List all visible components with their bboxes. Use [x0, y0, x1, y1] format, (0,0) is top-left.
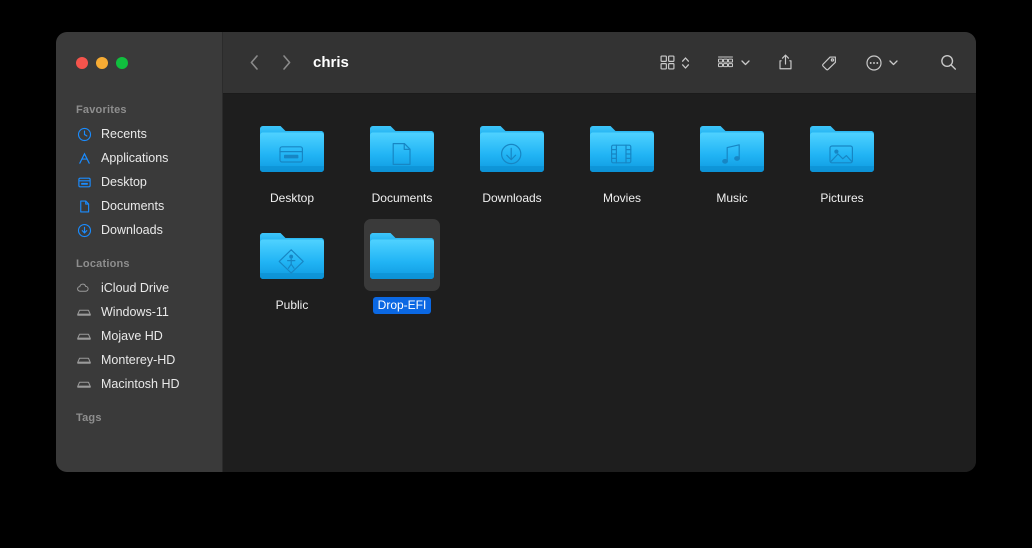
file-item[interactable]: Desktop [237, 112, 347, 207]
document-page-icon [76, 198, 92, 214]
folder-icon [700, 126, 764, 172]
chevron-down-icon[interactable] [888, 57, 899, 68]
folder-icon [260, 233, 324, 279]
file-item[interactable]: Downloads [457, 112, 567, 207]
zoom-button[interactable] [116, 57, 128, 69]
view-mode-control[interactable] [659, 54, 690, 71]
more-actions-control[interactable] [865, 54, 899, 72]
minimize-button[interactable] [96, 57, 108, 69]
sidebar-item-label: Applications [101, 151, 169, 165]
hard-drive-icon [76, 304, 92, 320]
file-grid-area[interactable]: Desktop Documents Downloads Movies Music Pict… [223, 94, 976, 472]
sidebar-header-locations: Locations [76, 258, 130, 270]
tag-icon[interactable] [820, 54, 839, 72]
tag-control[interactable] [820, 54, 839, 72]
group-by-icon[interactable] [716, 54, 735, 71]
file-item-label[interactable]: Pictures [815, 190, 868, 207]
file-icon-thumb[interactable] [364, 112, 440, 184]
sidebar-item-label: Desktop [101, 175, 147, 189]
hard-drive-icon [76, 376, 92, 392]
folder-icon [260, 126, 324, 172]
sidebar-item-desktop[interactable]: Desktop [56, 170, 222, 194]
navigation-arrows [245, 52, 295, 74]
download-arrow-icon [76, 222, 92, 238]
sidebar-group-locations: Locations iCloud Drive Windows-11 Mojave… [56, 252, 222, 396]
sidebar-item-downloads[interactable]: Downloads [56, 218, 222, 242]
finder-window: Favorites Recents Applications Desktop D… [56, 32, 976, 472]
sidebar-item-macintosh-hd[interactable]: Macintosh HD [56, 372, 222, 396]
sidebar-item-icloud-drive[interactable]: iCloud Drive [56, 276, 222, 300]
forward-button[interactable] [277, 52, 295, 74]
file-item[interactable]: Drop-EFI [347, 219, 457, 314]
cloud-icon [76, 280, 92, 296]
folder-icon [590, 126, 654, 172]
sidebar-item-label: Recents [101, 127, 147, 141]
folder-icon [480, 126, 544, 172]
hard-drive-icon [76, 328, 92, 344]
sidebar-item-windows-11[interactable]: Windows-11 [56, 300, 222, 324]
main-area: chris Desktop Documents Downloads Movies… [223, 32, 976, 472]
toolbar: chris [223, 32, 976, 94]
search-icon[interactable] [939, 53, 958, 72]
chevron-up-down-icon[interactable] [681, 55, 690, 71]
sidebar-item-label: Downloads [101, 223, 163, 237]
sidebar-header-tags: Tags [76, 412, 102, 424]
grid-view-icon[interactable] [659, 54, 676, 71]
sidebar-item-label: Mojave HD [101, 329, 163, 343]
page-title: chris [313, 54, 349, 71]
group-by-control[interactable] [716, 54, 751, 71]
sidebar-header-favorites: Favorites [76, 104, 127, 116]
sidebar-item-monterey-hd[interactable]: Monterey-HD [56, 348, 222, 372]
folder-icon [370, 233, 434, 279]
sidebar-item-applications[interactable]: Applications [56, 146, 222, 170]
sidebar-item-label: Windows-11 [101, 305, 169, 319]
sidebar-item-label: Macintosh HD [101, 377, 180, 391]
traffic-lights [56, 32, 222, 94]
file-icon-thumb[interactable] [364, 219, 440, 291]
file-item-label[interactable]: Movies [598, 190, 646, 207]
search-control[interactable] [939, 53, 958, 72]
desktop-window-icon [76, 174, 92, 190]
file-icon-thumb[interactable] [694, 112, 770, 184]
file-item[interactable]: Documents [347, 112, 457, 207]
file-item-label[interactable]: Public [271, 297, 314, 314]
sidebar-group-tags: Tags [56, 406, 222, 430]
file-item-label[interactable]: Downloads [477, 190, 546, 207]
file-icon-thumb[interactable] [254, 219, 330, 291]
file-icon-thumb[interactable] [474, 112, 550, 184]
back-button[interactable] [245, 52, 263, 74]
icon-grid: Desktop Documents Downloads Movies Music Pict… [237, 112, 962, 326]
hard-drive-icon [76, 352, 92, 368]
file-icon-thumb[interactable] [584, 112, 660, 184]
sidebar-item-label: Documents [101, 199, 165, 213]
file-item-label[interactable]: Music [711, 190, 752, 207]
clock-icon [76, 126, 92, 142]
file-item[interactable]: Pictures [787, 112, 897, 207]
close-button[interactable] [76, 57, 88, 69]
share-control[interactable] [777, 53, 794, 72]
sidebar-item-documents[interactable]: Documents [56, 194, 222, 218]
sidebar-item-label: iCloud Drive [101, 281, 170, 295]
sidebar-item-label: Monterey-HD [101, 353, 176, 367]
share-icon[interactable] [777, 53, 794, 72]
file-item[interactable]: Movies [567, 112, 677, 207]
file-item-label[interactable]: Drop-EFI [372, 297, 432, 314]
file-item-label[interactable]: Documents [367, 190, 438, 207]
file-item[interactable]: Public [237, 219, 347, 314]
sidebar: Favorites Recents Applications Desktop D… [56, 32, 223, 472]
applications-a-icon [76, 150, 92, 166]
folder-icon [370, 126, 434, 172]
chevron-down-icon[interactable] [740, 57, 751, 68]
ellipsis-circle-icon[interactable] [865, 54, 883, 72]
sidebar-item-recents[interactable]: Recents [56, 122, 222, 146]
file-item[interactable]: Music [677, 112, 787, 207]
sidebar-scroll-area[interactable]: Favorites Recents Applications Desktop D… [56, 94, 222, 472]
folder-icon [810, 126, 874, 172]
file-item-label[interactable]: Desktop [265, 190, 319, 207]
sidebar-item-mojave-hd[interactable]: Mojave HD [56, 324, 222, 348]
file-icon-thumb[interactable] [254, 112, 330, 184]
file-icon-thumb[interactable] [804, 112, 880, 184]
sidebar-group-favorites: Favorites Recents Applications Desktop D… [56, 98, 222, 242]
